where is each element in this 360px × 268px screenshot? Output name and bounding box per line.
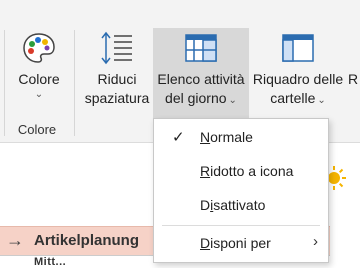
partial-label: R [348,71,359,87]
menu-item-normale[interactable]: ✓ Normale [154,122,328,152]
menu-item-label: Disponi per [200,235,271,251]
menu-item-label: Ridotto a icona [200,163,294,179]
chevron-down-icon: ⌄ [34,89,44,100]
elenco-attivita-button[interactable]: Elenco attività del giorno ⌄ [153,28,249,118]
elenco-label-2: del giorno ⌄ [165,90,237,106]
group-separator [4,30,5,136]
group-separator [74,30,75,136]
menu-item-label: Disattivato [200,197,266,213]
todo-bar-layout-icon [153,30,249,66]
elenco-label-1: Elenco attività [157,71,245,87]
riduci-spaziatura-button[interactable]: Riduci spaziatura [82,30,152,130]
checkmark-icon: ✓ [172,129,185,146]
menu-separator [162,225,320,226]
arrow-right-icon: → [6,230,24,250]
line-spacing-icon [82,30,152,66]
chevron-down-icon: ⌄ [228,95,237,106]
menu-item-disattivato[interactable]: Disattivato [154,190,328,220]
chevron-down-icon: ⌄ [317,95,326,106]
menu-item-disponi-per[interactable]: Disponi per › [154,228,328,258]
menu-item-ridotto[interactable]: Ridotto a icona [154,156,328,186]
menu-item-label: Normale [200,129,253,145]
colore-button[interactable]: Colore ⌄ [10,30,68,130]
riquadro-cartelle-button[interactable]: Riquadro delle cartelle ⌄ [250,30,346,130]
riduci-label-1: Riduci [97,71,137,87]
chevron-right-icon: › [313,233,318,250]
elenco-dropdown-menu: ✓ Normale Ridotto a icona Disattivato Di… [153,118,329,263]
partial-icon [348,30,360,66]
band-title: Artikelplanung [34,232,140,249]
palette-icon [10,30,68,66]
task-row-fragment: Mitt... [34,256,67,268]
colore-label: Colore [18,71,60,87]
folder-pane-layout-icon [250,30,346,66]
colore-group-label: Colore [17,122,57,137]
riquadro-label-1: Riquadro delle [252,71,344,87]
riduci-label-2: spaziatura [84,90,150,106]
next-ribbon-button-partial[interactable]: R [348,30,360,130]
riquadro-label-2: cartelle ⌄ [270,90,326,106]
